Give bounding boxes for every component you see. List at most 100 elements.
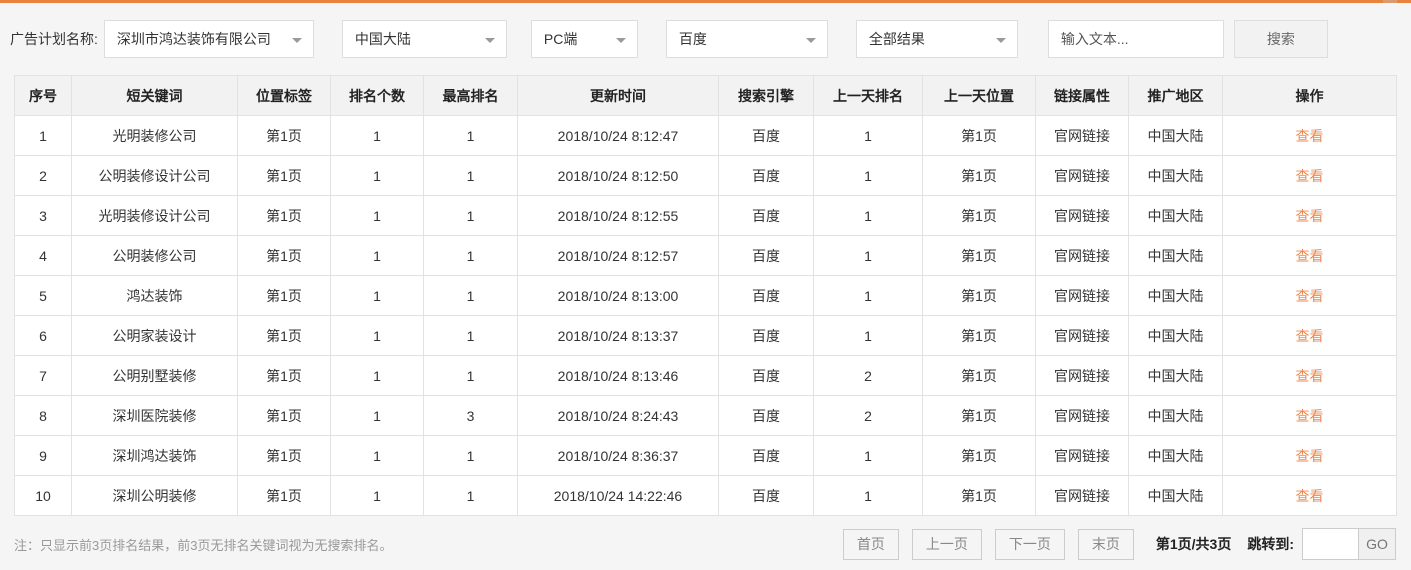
region-select[interactable]: 中国大陆 [341,20,507,58]
table-cell: 中国大陆 [1128,155,1223,196]
table-cell: 百度 [718,235,814,276]
view-link[interactable]: 查看 [1296,128,1324,144]
table-cell: 第1页 [922,315,1036,356]
table-cell: 2018/10/24 8:13:46 [517,355,719,396]
search-button[interactable]: 搜索 [1233,20,1328,58]
table-row: 6 公明家装设计 第1页 1 1 2018/10/24 8:13:37 百度 1 第1页 官网链接… [14,315,1397,356]
table-cell: 官网链接 [1035,355,1129,396]
device-select[interactable]: PC端 [530,20,638,58]
table-cell: 第1页 [237,115,331,156]
action-cell: 查看 [1222,355,1397,396]
table-cell: 第1页 [922,235,1036,276]
table-cell: 百度 [718,355,814,396]
result-filter-select[interactable]: 全部结果 [855,20,1018,58]
keyword-rank-table: 序号 短关键词 位置标签 排名个数 最高排名 更新时间 搜索引擎 上一天排名 上一天位置 链接属性… [14,75,1397,516]
jump-to-label: 跳转到: [1247,536,1294,552]
table-cell: 1 [330,275,424,316]
view-link[interactable]: 查看 [1296,288,1324,304]
table-cell: 1 [423,195,518,236]
action-cell: 查看 [1222,315,1397,356]
table-cell: 官网链接 [1035,475,1129,516]
action-cell: 查看 [1222,115,1397,156]
jump-page-input[interactable] [1302,528,1359,560]
chevron-down-icon [291,38,302,43]
column-header-6: 搜索引擎 [718,75,814,116]
table-cell: 2 [813,355,923,396]
table-cell: 百度 [718,275,814,316]
table-row: 1 光明装修公司 第1页 1 1 2018/10/24 8:12:47 百度 1 第1页 官网链接… [14,115,1397,156]
action-cell: 查看 [1222,275,1397,316]
table-cell: 官网链接 [1035,275,1129,316]
footer-bar: 注：只显示前3页排名结果，前3页无排名关键词视为无搜索排名。 首页 上一页 下一… [0,516,1411,570]
keyword-search-input[interactable] [1047,20,1224,58]
table-body: 1 光明装修公司 第1页 1 1 2018/10/24 8:12:47 百度 1 第1页 官网链接… [14,115,1397,516]
table-cell: 光明装修公司 [71,115,238,156]
table-cell: 1 [330,395,424,436]
table-cell: 2018/10/24 8:13:00 [517,275,719,316]
table-cell: 第1页 [237,315,331,356]
table-cell: 2018/10/24 8:13:37 [517,315,719,356]
table-cell: 7 [14,355,72,396]
table-cell: 1 [423,315,518,356]
table-cell: 百度 [718,115,814,156]
table-cell: 1 [813,315,923,356]
table-cell: 第1页 [922,115,1036,156]
table-cell: 第1页 [237,395,331,436]
table-cell: 第1页 [237,195,331,236]
chevron-down-icon [995,38,1006,43]
view-link[interactable]: 查看 [1296,248,1324,264]
view-link[interactable]: 查看 [1296,168,1324,184]
column-header-7: 上一天排名 [813,75,923,116]
view-link[interactable]: 查看 [1296,208,1324,224]
last-page-button[interactable]: 末页 [1077,528,1134,560]
table-cell: 百度 [718,315,814,356]
table-cell: 中国大陆 [1128,355,1223,396]
ad-plan-select-value: 深圳市鸿达装饰有限公司 [116,31,271,47]
next-page-button[interactable]: 下一页 [994,528,1065,560]
view-link[interactable]: 查看 [1296,368,1324,384]
table-cell: 中国大陆 [1128,235,1223,276]
table-cell: 官网链接 [1035,115,1129,156]
table-cell: 1 [423,115,518,156]
first-page-button[interactable]: 首页 [842,528,899,560]
table-cell: 1 [330,195,424,236]
search-engine-select-value: 百度 [678,31,707,47]
table-header: 序号 短关键词 位置标签 排名个数 最高排名 更新时间 搜索引擎 上一天排名 上一天位置 链接属性… [14,75,1397,116]
page-info: 第1页/共3页 [1155,536,1232,552]
table-row: 4 公明装修公司 第1页 1 1 2018/10/24 8:12:57 百度 1 第1页 官网链接… [14,235,1397,276]
table-cell: 公明装修设计公司 [71,155,238,196]
table-cell: 公明别墅装修 [71,355,238,396]
table-cell: 1 [423,275,518,316]
top-accent-bar [0,0,1411,3]
go-button[interactable]: GO [1359,528,1396,560]
table-cell: 第1页 [237,155,331,196]
table-cell: 中国大陆 [1128,475,1223,516]
view-link[interactable]: 查看 [1296,328,1324,344]
ad-plan-select[interactable]: 深圳市鸿达装饰有限公司 [103,20,314,58]
table-cell: 中国大陆 [1128,435,1223,476]
table-cell: 深圳鸿达装饰 [71,435,238,476]
footer-note: 注：只显示前3页排名结果，前3页无排名关键词视为无搜索排名。 [14,537,393,553]
view-link[interactable]: 查看 [1296,408,1324,424]
table-cell: 官网链接 [1035,435,1129,476]
table-cell: 2018/10/24 8:12:50 [517,155,719,196]
pagination: 首页 上一页 下一页 末页 第1页/共3页 跳转到: GO [830,528,1396,560]
table-cell: 2018/10/24 8:36:37 [517,435,719,476]
table-cell: 1 [330,315,424,356]
table-cell: 1 [330,115,424,156]
prev-page-button[interactable]: 上一页 [911,528,982,560]
scrollbar-thumb[interactable] [1383,0,1397,3]
table-cell: 2018/10/24 8:12:55 [517,195,719,236]
view-link[interactable]: 查看 [1296,488,1324,504]
table-cell: 2 [813,395,923,436]
table-cell: 光明装修设计公司 [71,195,238,236]
table-cell: 中国大陆 [1128,115,1223,156]
action-cell: 查看 [1222,475,1397,516]
table-cell: 官网链接 [1035,235,1129,276]
search-engine-select[interactable]: 百度 [665,20,828,58]
view-link[interactable]: 查看 [1296,448,1324,464]
table-cell: 第1页 [237,435,331,476]
table-cell: 9 [14,435,72,476]
table-cell: 第1页 [237,275,331,316]
table-cell: 1 [423,155,518,196]
